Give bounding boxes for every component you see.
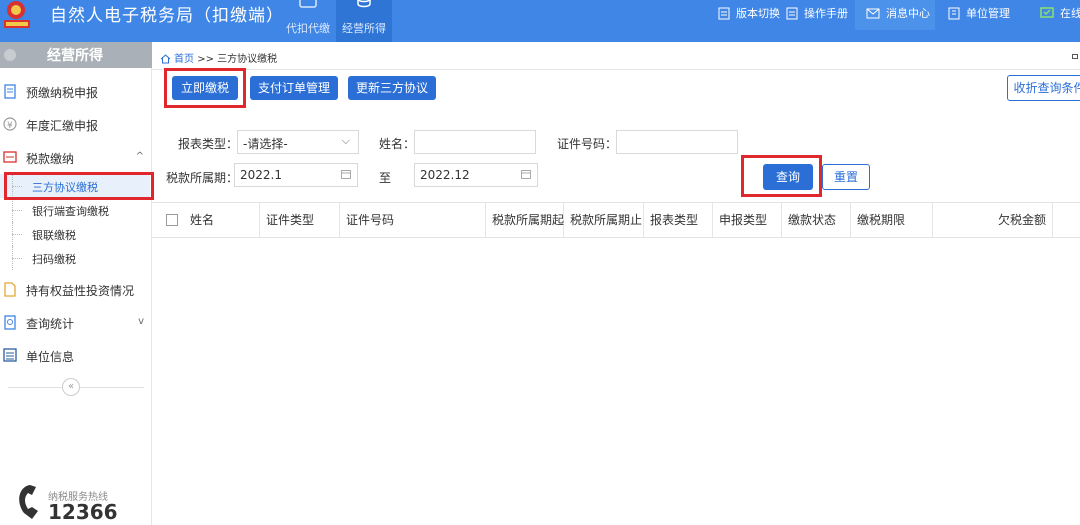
period-start-input[interactable]: 2022.1 [234, 163, 358, 187]
column-header[interactable]: 申报类型 [713, 203, 782, 237]
chevron-down-icon: v [138, 316, 144, 327]
breadcrumb-current: 三方协议缴税 [217, 54, 278, 65]
sidebar-item-annual-settlement[interactable]: ¥ 年度汇缴申报 [0, 108, 152, 140]
column-header[interactable]: 姓名 [184, 203, 260, 237]
breadcrumb: 首页 >> 三方协议缴税 [160, 50, 277, 65]
highlight-frame [741, 155, 822, 197]
reset-button[interactable]: 重置 [822, 164, 870, 190]
highlight-frame [4, 172, 154, 200]
chevron-up-icon: ^ [135, 151, 144, 162]
column-header[interactable]: 税款所属期止 [564, 203, 644, 237]
highlight-frame [164, 68, 246, 108]
tax-bureau-logo-icon [0, 0, 38, 38]
collapse-query-button[interactable]: 收折查询条件 [1007, 75, 1080, 101]
manual-link[interactable]: 操作手册 [786, 5, 848, 25]
collapse-sidebar-button[interactable]: « [62, 378, 80, 396]
report-type-label: 报表类型： [178, 137, 239, 151]
period-end-input[interactable]: 2022.12 [414, 163, 538, 187]
building-icon [948, 7, 960, 19]
module-withholding[interactable]: 代扣代缴 [280, 0, 336, 42]
sidebar: 经营所得 预缴纳税申报 ¥ 年度汇缴申报 税款缴纳 ^ 三方协议缴税 银行端查询… [0, 42, 154, 525]
manual-icon [786, 7, 798, 19]
coins-icon [4, 49, 16, 61]
mail-icon [866, 8, 880, 18]
calendar-icon [341, 170, 351, 179]
sidebar-item-unit-info[interactable]: 单位信息 [0, 339, 152, 371]
select-all-checkbox[interactable] [166, 214, 178, 226]
top-bar: 自然人电子税务局（扣缴端） 代扣代缴 经营所得 版本切换 操作手册 消息中心 单… [0, 0, 1080, 42]
file-icon [4, 282, 16, 297]
id-number-label: 证件号码： [557, 137, 618, 151]
breadcrumb-home-link[interactable]: 首页 [174, 54, 194, 65]
wallet-icon [299, 0, 317, 8]
coins-icon [357, 0, 371, 8]
column-header[interactable]: 报表类型 [644, 203, 713, 237]
id-number-input[interactable] [616, 130, 738, 154]
sidebar-item-tax-payment[interactable]: 税款缴纳 ^ [0, 141, 152, 173]
sidebar-item-prepay-declaration[interactable]: 预缴纳税申报 [0, 75, 152, 107]
list-icon [3, 348, 17, 362]
module-label: 代扣代缴 [286, 22, 330, 35]
report-type-select[interactable]: -请选择- ⌵ [237, 130, 359, 154]
online-service-link[interactable]: 在线 [1040, 5, 1080, 25]
sidebar-item-query-statistics[interactable]: 查询统计 v [0, 306, 152, 338]
phone-icon [19, 485, 38, 519]
module-label: 经营所得 [342, 22, 386, 35]
version-switch-link[interactable]: 版本切换 [718, 5, 780, 25]
hotline-number: 12366 [48, 500, 118, 524]
column-header[interactable]: 税款所属期起 [486, 203, 564, 237]
tax-period-label: 税款所属期： [166, 171, 239, 185]
column-header[interactable]: 缴款状态 [782, 203, 851, 237]
unit-management-link[interactable]: 单位管理 [948, 5, 1010, 25]
tax-icon [3, 151, 17, 163]
query-icon [4, 315, 16, 330]
message-center-link[interactable]: 消息中心 [866, 5, 930, 25]
chat-icon [1040, 6, 1054, 18]
chevron-down-icon: ⌵ [341, 134, 350, 147]
sidebar-subitem-bank-query-payment[interactable]: 银行端查询缴税 [0, 198, 150, 222]
sidebar-header: 经营所得 [0, 42, 152, 68]
window-restore-icon[interactable] [1072, 54, 1078, 59]
table-header: 姓名 证件类型 证件号码 税款所属期起 税款所属期止 报表类型 申报类型 缴款状… [152, 202, 1080, 238]
column-header[interactable]: 欠税金额 [933, 203, 1053, 237]
svg-text:¥: ¥ [7, 121, 13, 131]
home-icon [160, 54, 171, 64]
column-header[interactable]: 证件号码 [340, 203, 486, 237]
sidebar-subitem-unionpay-payment[interactable]: 银联缴税 [0, 222, 150, 246]
column-header[interactable]: 缴税期限 [851, 203, 933, 237]
switch-icon [718, 7, 730, 19]
main-content: 首页 >> 三方协议缴税 立即缴税 支付订单管理 更新三方协议 收折查询条件 报… [152, 42, 1080, 525]
app-title: 自然人电子税务局（扣缴端） [50, 6, 284, 26]
name-input[interactable] [414, 130, 536, 154]
document-icon [4, 84, 16, 99]
calendar-icon [521, 170, 531, 179]
to-label: 至 [379, 171, 392, 185]
sidebar-item-equity-investment[interactable]: 持有权益性投资情况 [0, 273, 152, 305]
column-header[interactable]: 证件类型 [260, 203, 340, 237]
sidebar-subitem-qr-payment[interactable]: 扫码缴税 [0, 246, 150, 270]
name-label: 姓名： [379, 137, 416, 151]
module-business-income[interactable]: 经营所得 [336, 0, 392, 42]
yen-icon: ¥ [3, 117, 17, 131]
update-agreement-button[interactable]: 更新三方协议 [348, 76, 436, 100]
payment-orders-button[interactable]: 支付订单管理 [250, 76, 338, 100]
